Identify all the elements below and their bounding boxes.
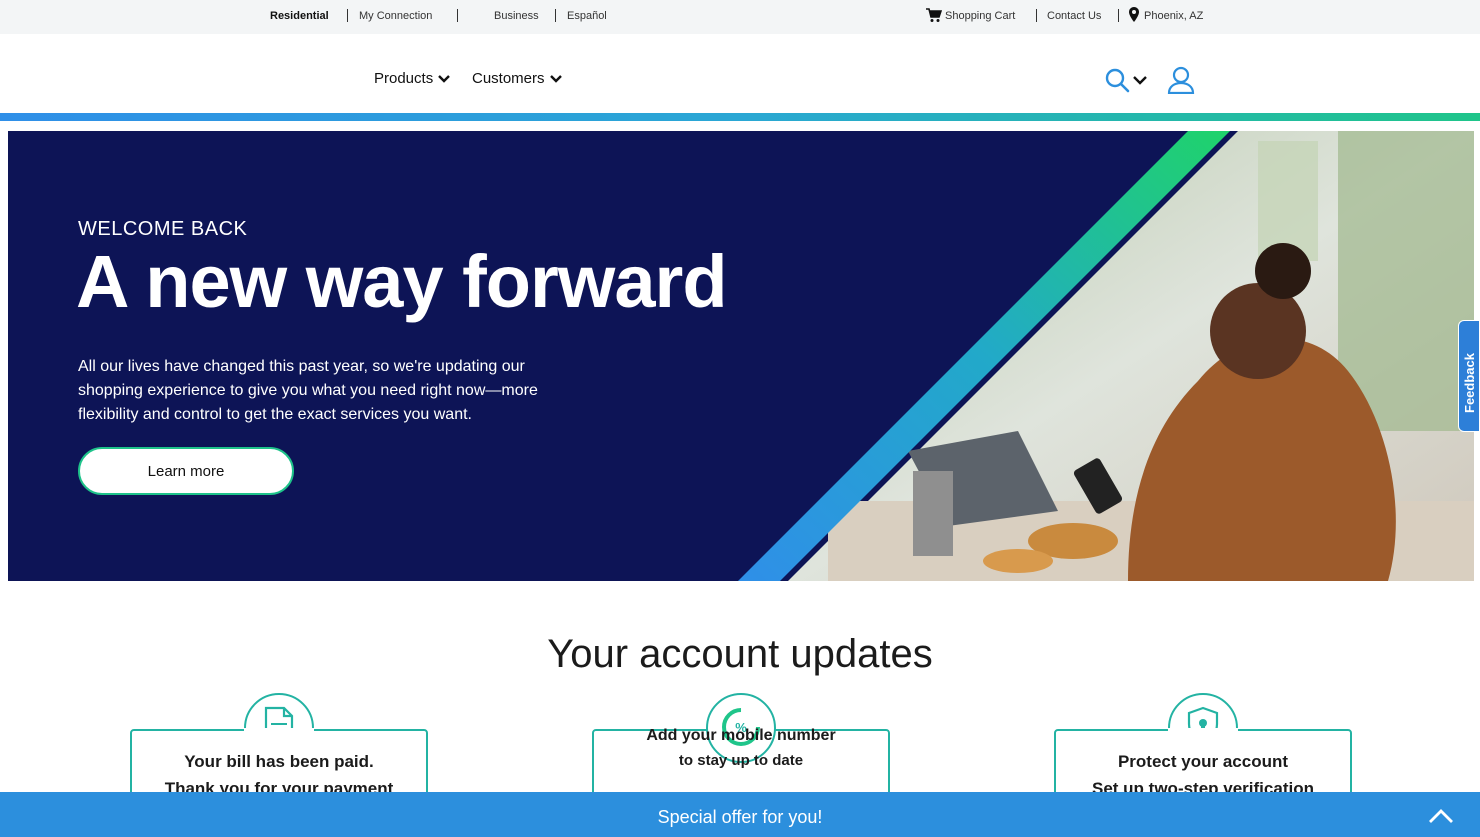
search-icon bbox=[1105, 68, 1130, 93]
section-title: Your account updates bbox=[547, 632, 933, 676]
hero-body: All our lives have changed this past yea… bbox=[78, 358, 538, 423]
hero-banner: WELCOME BACK A new way forward All our l… bbox=[8, 131, 1474, 581]
customers-label: Customers bbox=[472, 70, 545, 87]
business-link[interactable]: Business bbox=[494, 10, 539, 22]
chevron-down-icon bbox=[438, 74, 451, 83]
products-label: Products bbox=[374, 70, 434, 87]
user-icon bbox=[1167, 66, 1195, 95]
espanol-link[interactable]: Español bbox=[567, 10, 607, 22]
card-line: Protect your account bbox=[1117, 752, 1289, 771]
utility-bar: Residential My Connection Business Españ… bbox=[0, 0, 1480, 34]
chevron-down-icon bbox=[1133, 76, 1147, 85]
card-line: to stay up to date bbox=[678, 752, 804, 769]
products-menu[interactable]: Products bbox=[374, 70, 451, 87]
residential-link[interactable]: Residential bbox=[270, 10, 329, 22]
chevron-down-icon bbox=[549, 74, 562, 83]
chevron-up-icon[interactable] bbox=[1428, 808, 1454, 824]
feedback-label: Feedback bbox=[1462, 353, 1477, 413]
main-nav: Products Customers bbox=[0, 34, 1480, 114]
divider bbox=[555, 9, 556, 22]
feedback-tab[interactable]: Feedback bbox=[1458, 320, 1480, 432]
cart-icon[interactable] bbox=[926, 8, 943, 26]
contact-us-link[interactable]: Contact Us bbox=[1047, 10, 1101, 22]
special-offer-label: Special offer for you! bbox=[657, 807, 823, 827]
location-link[interactable]: Phoenix, AZ bbox=[1144, 10, 1203, 22]
divider bbox=[1118, 9, 1119, 22]
customers-menu[interactable]: Customers bbox=[472, 70, 563, 87]
card-line: Your bill has been paid. bbox=[184, 752, 374, 771]
location-pin-icon bbox=[1129, 7, 1139, 25]
my-connection-link[interactable]: My Connection bbox=[359, 10, 432, 22]
nav-accent-line bbox=[0, 113, 1480, 121]
divider bbox=[347, 9, 348, 22]
account-button[interactable] bbox=[1167, 66, 1195, 99]
hero-title: A new way forward bbox=[76, 240, 728, 323]
search-toggle[interactable] bbox=[1104, 68, 1150, 99]
shopping-cart-link[interactable]: Shopping Cart bbox=[945, 10, 1015, 22]
divider bbox=[457, 9, 458, 22]
card-line: Add your mobile number bbox=[646, 727, 836, 744]
hero-eyebrow: WELCOME BACK bbox=[78, 218, 248, 240]
divider bbox=[1036, 9, 1037, 22]
special-offer-bar[interactable]: Special offer for you! bbox=[0, 792, 1480, 837]
learn-more-button[interactable]: Learn more bbox=[78, 447, 294, 495]
